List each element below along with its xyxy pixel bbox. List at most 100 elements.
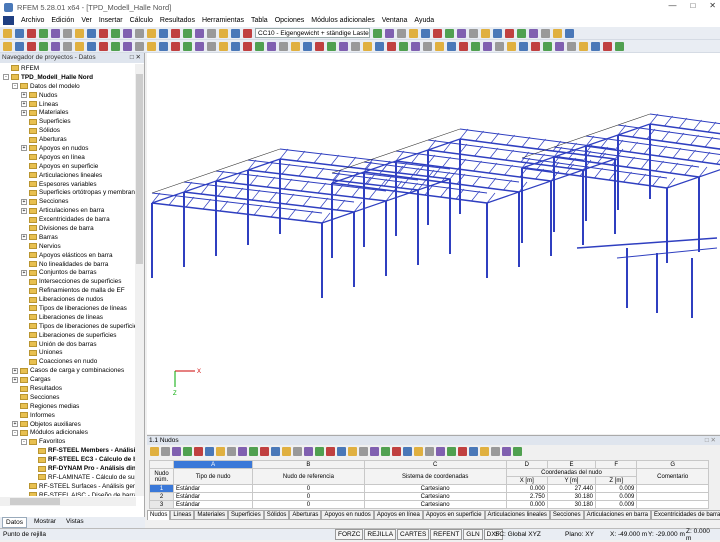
toolbar-button-icon[interactable] <box>159 42 168 51</box>
tree-item[interactable]: RF-STEEL Surfaces - Análisis general <box>0 482 136 491</box>
tree-item[interactable]: +Líneas <box>0 100 136 109</box>
toolbar-button-icon[interactable] <box>327 42 336 51</box>
table-tool-icon[interactable] <box>337 447 346 456</box>
toolbar-button-icon[interactable] <box>75 29 84 38</box>
status-toggle-gln[interactable]: GLN <box>463 529 482 540</box>
cell-n[interactable]: 2 <box>150 493 174 501</box>
toolbar-button-icon[interactable] <box>517 29 526 38</box>
table-tab-7[interactable]: Apoyos en línea <box>374 510 423 520</box>
toolbar-button-icon[interactable] <box>421 29 430 38</box>
table-row[interactable]: 2Estándar0Cartesiano2.75030.1800.009 <box>150 493 709 501</box>
toolbar-button-icon[interactable] <box>423 42 432 51</box>
menu-3[interactable]: Insertar <box>99 17 123 24</box>
cell-x[interactable]: 0.000 <box>506 501 547 509</box>
table-tool-icon[interactable] <box>359 447 368 456</box>
menu-9[interactable]: Módulos adicionales <box>311 17 374 24</box>
table-row[interactable]: 1Estándar0Cartesiano0.00027.4400.009 <box>150 485 709 493</box>
tree-item[interactable]: Sólidos <box>0 126 136 135</box>
tree-item[interactable]: Unión de dos barras <box>0 340 136 349</box>
close-button[interactable]: ✕ <box>709 1 716 10</box>
toolbar-button-icon[interactable] <box>615 42 624 51</box>
table-tool-icon[interactable] <box>403 447 412 456</box>
expand-icon[interactable]: + <box>21 101 27 107</box>
toolbar-button-icon[interactable] <box>15 29 24 38</box>
tree-item[interactable]: RFEM <box>0 64 136 73</box>
tree-item[interactable]: +Barras <box>0 233 136 242</box>
toolbar-button-icon[interactable] <box>75 42 84 51</box>
table-row[interactable]: 3Estándar0Cartesiano0.00030.1800.009 <box>150 501 709 509</box>
toolbar-button-icon[interactable] <box>195 29 204 38</box>
column-letter[interactable]: A <box>174 461 253 469</box>
tree-item[interactable]: RF-LAMINATE - Cálculo de superficies <box>0 473 136 482</box>
expand-icon[interactable]: + <box>12 377 18 383</box>
toolbar-button-icon[interactable] <box>87 42 96 51</box>
tree-item[interactable]: Liberaciones de líneas <box>0 313 136 322</box>
tree-item[interactable]: RF-STEEL AISC - Diseño de barras de acer… <box>0 491 136 496</box>
table-tab-2[interactable]: Materiales <box>194 510 228 520</box>
toolbar-button-icon[interactable] <box>231 29 240 38</box>
cell-cs[interactable]: Cartesiano <box>364 493 506 501</box>
expand-icon[interactable]: + <box>21 145 27 151</box>
cell-type[interactable]: Estándar <box>174 501 253 509</box>
tree-item[interactable]: Tipos de liberaciones de superficies <box>0 322 136 331</box>
toolbar-button-icon[interactable] <box>135 42 144 51</box>
load-case-select[interactable]: CC10 - Eigengewicht + ständige Lasten <box>255 28 370 38</box>
table-tool-icon[interactable] <box>282 447 291 456</box>
toolbar-button-icon[interactable] <box>471 42 480 51</box>
toolbar-button-icon[interactable] <box>135 29 144 38</box>
cell-c[interactable] <box>637 493 709 501</box>
cell-z[interactable]: 0.009 <box>596 501 637 509</box>
table-tool-icon[interactable] <box>425 447 434 456</box>
toolbar-button-icon[interactable] <box>579 42 588 51</box>
table-tool-icon[interactable] <box>216 447 225 456</box>
status-toggle-rejilla[interactable]: REJILLA <box>364 529 396 540</box>
column-letter[interactable]: E <box>547 461 595 469</box>
tree-item[interactable]: Refinamientos de malla de EF <box>0 286 136 295</box>
expand-icon[interactable]: + <box>21 234 27 240</box>
table-tool-icon[interactable] <box>491 447 500 456</box>
toolbar-button-icon[interactable] <box>445 29 454 38</box>
toolbar-button-icon[interactable] <box>507 42 516 51</box>
toolbar-button-icon[interactable] <box>543 42 552 51</box>
table-tab-0[interactable]: Nudos <box>147 510 170 520</box>
table-tool-icon[interactable] <box>227 447 236 456</box>
menu-5[interactable]: Resultados <box>160 17 195 24</box>
table-tool-icon[interactable] <box>436 447 445 456</box>
table-tool-icon[interactable] <box>249 447 258 456</box>
table-tool-icon[interactable] <box>238 447 247 456</box>
table-tab-9[interactable]: Articulaciones lineales <box>485 510 550 520</box>
column-letter[interactable]: G <box>637 461 709 469</box>
table-tab-4[interactable]: Sólidos <box>264 510 290 520</box>
toolbar-button-icon[interactable] <box>373 29 382 38</box>
tree-item[interactable]: Coacciones en nudo <box>0 357 136 366</box>
status-toggle-forzc[interactable]: FORZC <box>335 529 363 540</box>
toolbar-button-icon[interactable] <box>409 29 418 38</box>
toolbar-button-icon[interactable] <box>15 42 24 51</box>
cell-n[interactable]: 1 <box>150 485 174 493</box>
table-tool-icon[interactable] <box>161 447 170 456</box>
table-tool-icon[interactable] <box>260 447 269 456</box>
toolbar-button-icon[interactable] <box>159 29 168 38</box>
cell-z[interactable]: 0.009 <box>596 493 637 501</box>
toolbar-button-icon[interactable] <box>495 42 504 51</box>
cell-cs[interactable]: Cartesiano <box>364 501 506 509</box>
toolbar-button-icon[interactable] <box>243 29 252 38</box>
table-tool-icon[interactable] <box>194 447 203 456</box>
tree-item[interactable]: Liberaciones de nudos <box>0 295 136 304</box>
tree-item[interactable]: Tipos de liberaciones de líneas <box>0 304 136 313</box>
toolbar-button-icon[interactable] <box>63 42 72 51</box>
toolbar-button-icon[interactable] <box>541 29 550 38</box>
cell-x[interactable]: 2.750 <box>506 493 547 501</box>
cell-z[interactable]: 0.009 <box>596 485 637 493</box>
tree-item[interactable]: Superficies <box>0 117 136 126</box>
expand-icon[interactable]: + <box>21 270 27 276</box>
expand-icon[interactable]: + <box>12 421 18 427</box>
tree-item[interactable]: +Apoyos en nudos <box>0 144 136 153</box>
tree-item[interactable]: Apoyos en superficie <box>0 162 136 171</box>
toolbar-button-icon[interactable] <box>39 29 48 38</box>
toolbar-button-icon[interactable] <box>591 42 600 51</box>
navigator-tab-0[interactable]: Datos <box>2 517 27 528</box>
toolbar-button-icon[interactable] <box>397 29 406 38</box>
toolbar-button-icon[interactable] <box>529 29 538 38</box>
table-tool-icon[interactable] <box>381 447 390 456</box>
